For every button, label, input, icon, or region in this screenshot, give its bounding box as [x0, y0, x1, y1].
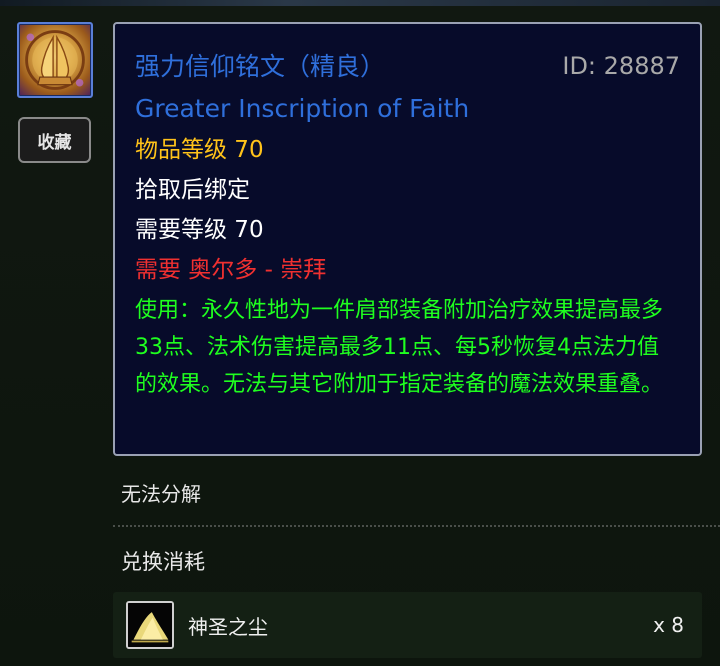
- item-detail-page: 收藏 ID: 28887 强力信仰铭文（精良） Greater Inscript…: [0, 0, 720, 666]
- material-quantity: x 8: [653, 613, 684, 637]
- exchange-cost-title: 兑换消耗: [121, 550, 205, 574]
- item-id: ID: 28887: [562, 52, 680, 80]
- favorite-button[interactable]: 收藏: [18, 117, 91, 163]
- section-divider: [113, 525, 720, 527]
- item-name-en: Greater Inscription of Faith: [135, 94, 470, 123]
- item-tooltip: ID: 28887 强力信仰铭文（精良） Greater Inscription…: [113, 22, 702, 456]
- reputation-requirement: 需要 奥尔多 - 崇拜: [135, 257, 327, 283]
- required-level: 需要等级 70: [135, 217, 264, 243]
- disenchant-status: 无法分解: [121, 482, 201, 506]
- item-level: 物品等级 70: [135, 137, 264, 163]
- bind-type: 拾取后绑定: [135, 177, 250, 203]
- top-banner-strip: [0, 0, 720, 6]
- holy-dust-icon: [126, 601, 174, 649]
- praying-hands-icon: [17, 22, 93, 98]
- material-name: 神圣之尘: [188, 614, 268, 639]
- material-row[interactable]: 神圣之尘 x 8: [113, 592, 702, 658]
- use-effect: 使用：永久性地为一件肩部装备附加治疗效果提高最多33点、法术伤害提高最多11点、…: [135, 298, 664, 397]
